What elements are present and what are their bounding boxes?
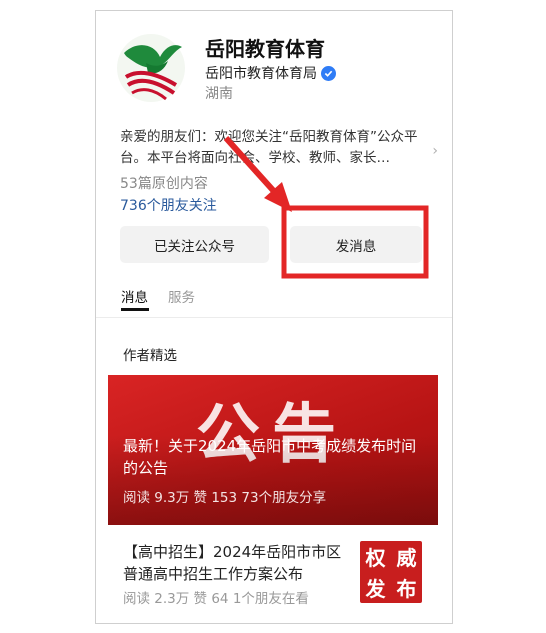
highlight-box: [281, 205, 429, 279]
annotation-arrow-shaft: [223, 135, 283, 201]
annotation-overlay: [223, 135, 429, 279]
